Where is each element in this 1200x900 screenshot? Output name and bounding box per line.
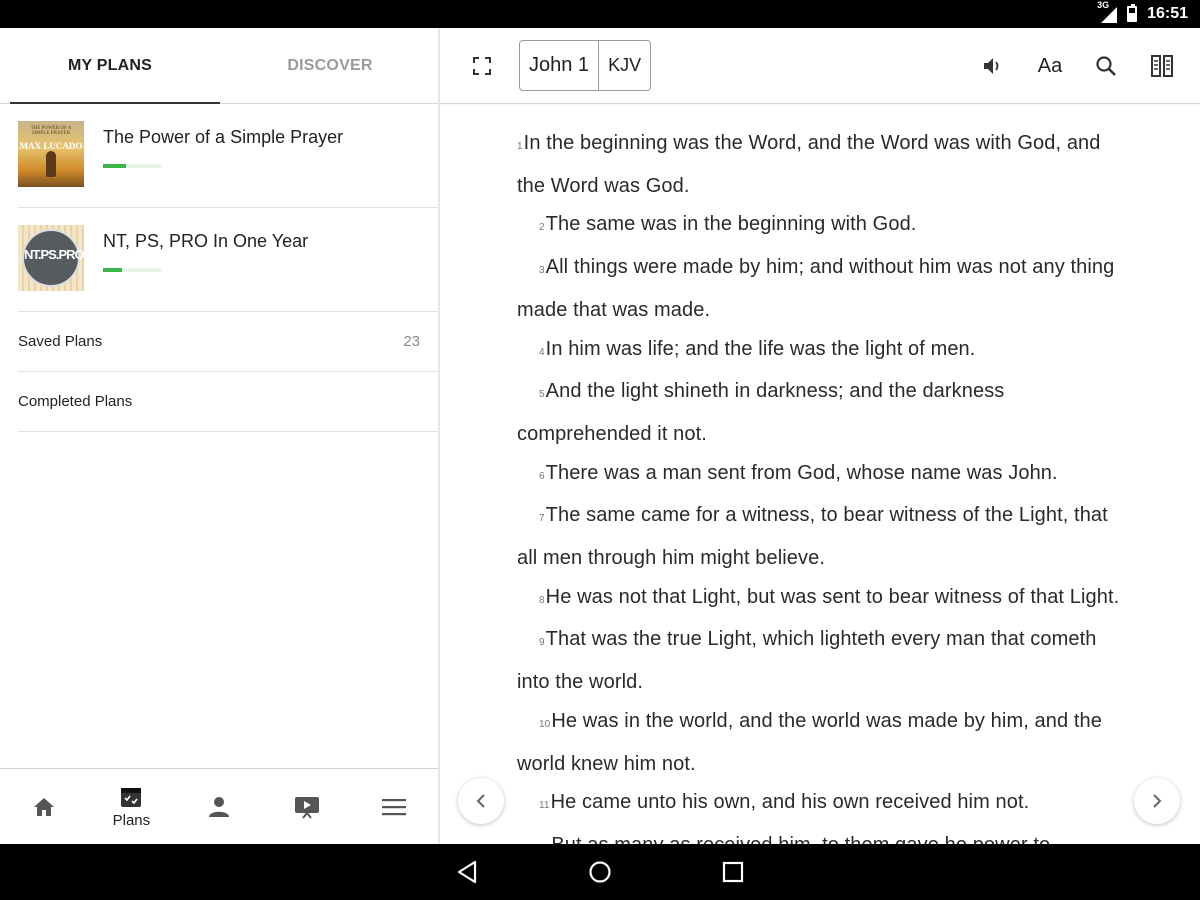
nav-home[interactable] [0,769,88,844]
verse[interactable]: 7The same came for a witness, to bear wi… [517,496,1129,577]
verse[interactable]: 2The same was in the beginning with God. [517,205,1129,248]
previous-chapter-button[interactable] [458,778,504,824]
plan-thumbnail: NT.PS.PRO [18,225,84,291]
verse-number: 9 [539,637,545,649]
verse-text: The same came for a witness, to bear wit… [517,504,1108,570]
verse-number: 7 [539,513,545,525]
verse-text: That was the true Light, which lighteth … [517,628,1097,694]
back-icon[interactable] [456,860,478,884]
thumb-figure [46,151,56,177]
verse-text: The same was in the beginning with God. [545,213,917,236]
verse-number: 4 [539,346,545,358]
verse[interactable]: 10He was in the world, and the world was… [517,702,1129,783]
verse-text: But as many as received him, to them gav… [551,834,1050,844]
battery-icon [1127,4,1138,22]
plan-progress-fill [103,268,122,272]
chevron-left-icon [476,794,485,808]
verse[interactable]: 6There was a man sent from God, whose na… [517,454,1129,497]
bottom-nav: Plans [0,768,438,844]
verse[interactable]: 8He was not that Light, but was sent to … [517,578,1129,621]
reference-selector: John 1 KJV [519,40,652,91]
verse-number: 11 [539,800,550,812]
plan-title: NT, PS, PRO In One Year [103,231,309,251]
plan-item[interactable]: THE POWER OF A SIMPLE PRAYER MAX LUCADO … [18,104,438,208]
saved-plans-count: 23 [403,333,420,350]
chapter-text: 1In the beginning was the Word, and the … [517,124,1129,844]
verse-number: 6 [539,470,545,482]
plan-item[interactable]: NT.PS.PRO NT, PS, PRO In One Year [18,208,438,312]
network-type: 3G [1097,0,1110,10]
font-settings-button[interactable]: Aa [1038,54,1062,78]
nav-plans[interactable]: Plans [88,769,176,844]
plan-thumbnail: THE POWER OF A SIMPLE PRAYER MAX LUCADO [18,121,84,187]
verse[interactable]: 11He came unto his own, and his own rece… [517,783,1129,826]
videos-icon [294,796,319,819]
audio-icon[interactable] [981,54,1005,78]
verse[interactable]: 5And the light shineth in darkness; and … [517,372,1129,453]
nav-plans-label: Plans [112,811,151,829]
status-bar: 3G 16:51 [0,0,1200,28]
verse-text: There was a man sent from God, whose nam… [545,461,1058,484]
nav-profile[interactable] [175,769,263,844]
verse-number: 1 [517,141,523,152]
reader-toolbar: John 1 KJV Aa [440,28,1200,104]
verse-number: 3 [539,265,545,277]
plans-tabs: MY PLANS DISCOVER [0,28,438,104]
plan-info: NT, PS, PRO In One Year [103,225,308,272]
nav-videos[interactable] [263,769,351,844]
verse-text: He came unto his own, and his own receiv… [550,791,1030,814]
verse[interactable]: 4In him was life; and the life was the l… [517,330,1129,373]
saved-plans-label: Saved Plans [18,333,103,350]
verse-number: 10 [539,718,551,730]
next-chapter-button[interactable] [1134,778,1180,824]
version-button[interactable]: KJV [599,41,650,90]
verse-number: 5 [539,389,545,401]
plans-pane: MY PLANS DISCOVER THE POWER OF A SIMPLE … [0,28,438,844]
signal-icon: 3G [1097,0,1118,23]
completed-plans-label: Completed Plans [18,393,133,410]
plan-info: The Power of a Simple Prayer [103,121,343,168]
verse-text: All things were made by him; and without… [517,256,1115,321]
verse[interactable]: 3All things were made by him; and withou… [517,248,1129,329]
verse[interactable]: 1In the beginning was the Word, and the … [517,124,1129,205]
verse-text: And the light shineth in darkness; and t… [517,380,1005,445]
verse-number: 8 [539,594,545,606]
saved-plans-row[interactable]: Saved Plans 23 [18,312,438,372]
plan-title: The Power of a Simple Prayer [103,127,344,147]
thumb-author: MAX LUCADO [19,141,83,151]
verse[interactable]: 12But as many as received him, to them g… [517,826,1129,844]
reader-pane: John 1 KJV Aa 1In the beginning was the … [440,28,1200,844]
tab-my-plans[interactable]: MY PLANS [0,28,220,103]
plan-progress [103,268,162,272]
book-chapter-button[interactable]: John 1 [520,41,600,90]
verse-text: In the beginning was the Word, and the W… [517,132,1101,197]
plans-icon [121,787,142,807]
thumb-title: THE POWER OF A SIMPLE PRAYER [30,126,72,136]
verse-text: He was in the world, and the world was m… [517,709,1102,775]
font-settings-label: Aa [1037,54,1063,77]
nav-menu[interactable] [350,769,438,844]
thumb-text: NT.PS.PRO [24,247,84,262]
plan-progress [103,164,162,168]
recents-icon[interactable] [722,861,744,883]
verse-number: 2 [539,222,545,234]
tab-discover[interactable]: DISCOVER [220,28,440,103]
tab-indicator [10,102,220,104]
menu-icon [382,798,407,815]
search-icon[interactable] [1094,54,1118,78]
system-nav-bar [0,844,1200,900]
home-icon [33,797,54,816]
plan-progress-fill [103,164,126,168]
fullscreen-icon[interactable] [470,54,494,78]
verse-text: In him was life; and the life was the li… [545,337,976,360]
completed-plans-row[interactable]: Completed Plans [18,372,438,432]
home-circle-icon[interactable] [588,860,612,884]
parallel-versions-icon[interactable] [1150,54,1174,78]
status-time: 16:51 [1147,5,1188,22]
verse-text: He was not that Light, but was sent to b… [545,585,1120,608]
verse[interactable]: 9That was the true Light, which lighteth… [517,620,1129,701]
profile-icon [208,796,229,817]
chevron-right-icon [1153,794,1162,808]
